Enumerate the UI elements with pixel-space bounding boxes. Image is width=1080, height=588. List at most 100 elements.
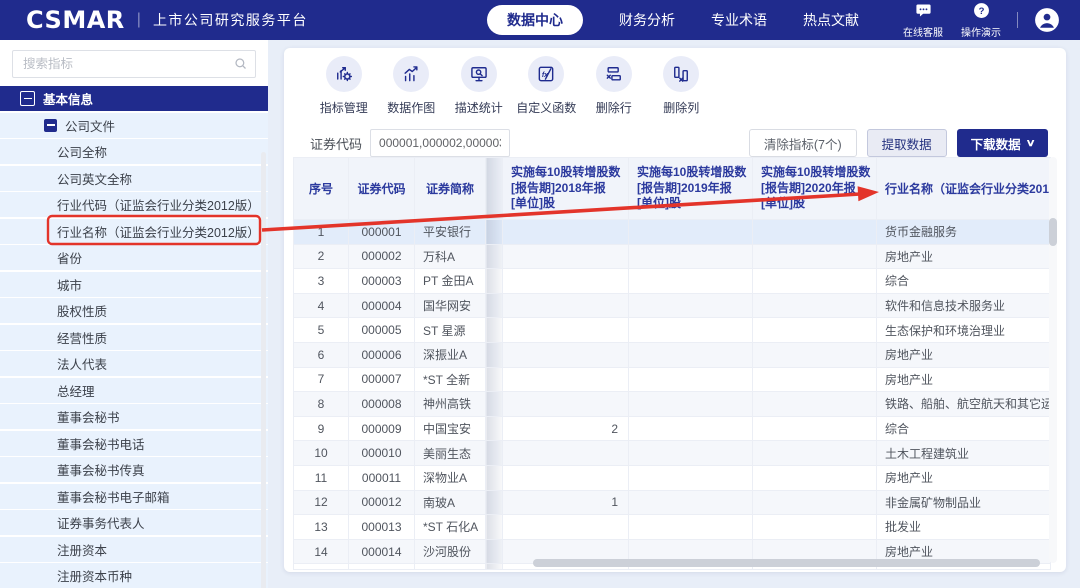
delete-row-icon	[596, 56, 632, 92]
table-row[interactable]: 1000001平安银行货币金融服务	[294, 220, 1051, 245]
sidebar-item-11[interactable]: 法人代表	[0, 351, 268, 376]
cell-security-code: 000009	[349, 416, 415, 441]
sidebar-item-7[interactable]: 省份	[0, 245, 268, 270]
topnav-item-1[interactable]: 数据中心	[487, 5, 583, 35]
fixed-column-divider	[486, 220, 503, 245]
sidebar-item-18[interactable]: 注册资本	[0, 537, 268, 562]
top-navigation: 数据中心 财务分析 专业术语 热点文献	[487, 5, 859, 35]
table-row[interactable]: 12000012南玻A1非金属矿物制品业	[294, 490, 1051, 515]
search-input[interactable]	[12, 50, 256, 78]
sidebar-item-label: 总经理	[57, 381, 95, 400]
table-header-row: 序号证券代码证券简称实施每10股转增股数[报告期]2018年报[单位]股实施每1…	[294, 158, 1051, 220]
topnav-item-3[interactable]: 专业术语	[711, 10, 767, 30]
column-header[interactable]: 证券简称	[415, 158, 486, 220]
sidebar-item-19[interactable]: 注册资本币种	[0, 563, 268, 588]
sidebar-item-10[interactable]: 经营性质	[0, 325, 268, 350]
tool-6[interactable]: 删除列	[648, 56, 716, 116]
cell-value-2019	[629, 367, 753, 392]
tool-label: 删除行	[596, 99, 632, 116]
column-header-value-3[interactable]: 实施每10股转增股数[报告期]2020年报[单位]股	[753, 158, 877, 220]
tool-4[interactable]: fx自定义函数	[513, 56, 581, 116]
cell-industry: 批发业	[877, 515, 1051, 540]
topnav-item-4[interactable]: 热点文献	[803, 10, 859, 30]
fixed-column-divider	[486, 416, 503, 441]
table-horizontal-scrollbar-thumb[interactable]	[533, 559, 1040, 567]
sidebar-item-2[interactable]: 公司文件	[0, 113, 268, 138]
cell-index: 4	[294, 293, 349, 318]
column-header-lines: 实施每10股转增股数[报告期]2020年报[单位]股	[761, 165, 875, 212]
utility-2[interactable]: ?操作演示	[961, 2, 1001, 39]
cell-value-2020	[753, 515, 877, 540]
user-avatar-icon[interactable]	[1034, 7, 1060, 33]
tool-3[interactable]: 描述统计	[445, 56, 513, 116]
sidebar-item-8[interactable]: 城市	[0, 272, 268, 297]
table-row[interactable]: 7000007*ST 全新房地产业	[294, 367, 1051, 392]
table-row[interactable]: 3000003PT 金田A综合	[294, 269, 1051, 294]
topbar-utilities: 在线客服 ?操作演示	[903, 2, 1001, 39]
tool-label: 删除列	[663, 99, 699, 116]
tool-2[interactable]: 数据作图	[378, 56, 446, 116]
cell-value-2020	[753, 269, 877, 294]
collapse-minus-icon[interactable]	[44, 119, 57, 132]
sidebar-item-17[interactable]: 证券事务代表人	[0, 510, 268, 535]
column-header-value-1[interactable]: 实施每10股转增股数[报告期]2018年报[单位]股	[503, 158, 629, 220]
sidebar-scrollbar[interactable]	[261, 152, 266, 588]
tool-5[interactable]: 删除行	[580, 56, 648, 116]
tool-1[interactable]: 指标管理	[310, 56, 378, 116]
sidebar-item-label: 董事会秘书电子邮箱	[57, 487, 170, 506]
table-row[interactable]: 2000002万科A房地产业	[294, 244, 1051, 269]
download-data-button[interactable]: 下载数据 ∨	[957, 129, 1048, 157]
sidebar-item-12[interactable]: 总经理	[0, 378, 268, 403]
cell-security-name: *ST 石化A	[415, 515, 486, 540]
cell-value-2018	[503, 244, 629, 269]
cell-security-name: 深振业A	[415, 342, 486, 367]
data-table: 序号证券代码证券简称实施每10股转增股数[报告期]2018年报[单位]股实施每1…	[293, 157, 1051, 570]
topnav-item-2[interactable]: 财务分析	[619, 10, 675, 30]
cell-industry: 软件和信息技术服务业	[877, 293, 1051, 318]
sidebar-item-5[interactable]: 行业代码（证监会行业分类2012版）	[0, 192, 268, 217]
cell-security-name: 平安银行	[415, 220, 486, 245]
table-row[interactable]: 4000004国华网安软件和信息技术服务业	[294, 293, 1051, 318]
sidebar-item-6[interactable]: 行业名称（证监会行业分类2012版）	[0, 219, 268, 244]
sidebar-item-15[interactable]: 董事会秘书传真	[0, 457, 268, 482]
column-header-value-2[interactable]: 实施每10股转增股数[报告期]2019年报[单位]股	[629, 158, 753, 220]
cell-index: 13	[294, 515, 349, 540]
collapse-minus-icon[interactable]	[20, 91, 35, 106]
sidebar-item-16[interactable]: 董事会秘书电子邮箱	[0, 484, 268, 509]
cell-security-name: *ST 全新	[415, 367, 486, 392]
column-header-industry[interactable]: 行业名称（证监会行业分类2012版）	[877, 158, 1051, 220]
cell-value-2019	[629, 441, 753, 466]
security-code-input[interactable]	[370, 129, 510, 157]
sidebar-item-3[interactable]: 公司全称	[0, 139, 268, 164]
cell-index: 10	[294, 441, 349, 466]
clear-indicators-button[interactable]: 清除指标(7个)	[749, 129, 857, 157]
extract-data-button[interactable]: 提取数据	[867, 129, 947, 157]
cell-value-2018	[503, 269, 629, 294]
custom-function-icon: fx	[528, 56, 564, 92]
sidebar-item-1[interactable]: 基本信息	[0, 86, 268, 111]
table-row[interactable]: 13000013*ST 石化A批发业	[294, 515, 1051, 540]
table-row[interactable]: 10000010美丽生态土木工程建筑业	[294, 441, 1051, 466]
chat-icon	[915, 2, 932, 22]
sidebar-item-9[interactable]: 股权性质	[0, 298, 268, 323]
utility-1[interactable]: 在线客服	[903, 2, 943, 39]
table-row[interactable]: 5000005ST 星源生态保护和环境治理业	[294, 318, 1051, 343]
sidebar-item-13[interactable]: 董事会秘书	[0, 404, 268, 429]
cell-empty	[486, 564, 503, 570]
cell-security-name: 美丽生态	[415, 441, 486, 466]
column-header[interactable]: 证券代码	[349, 158, 415, 220]
sidebar-item-14[interactable]: 董事会秘书电话	[0, 431, 268, 456]
sidebar-item-label: 经营性质	[57, 328, 107, 347]
cell-industry: 房地产业	[877, 342, 1051, 367]
utility-label: 操作演示	[961, 24, 1001, 39]
table-row[interactable]: 6000006深振业A房地产业	[294, 342, 1051, 367]
cell-security-code: 000006	[349, 342, 415, 367]
table-row[interactable]: 9000009中国宝安2综合	[294, 416, 1051, 441]
table-vertical-scrollbar-thumb[interactable]	[1049, 218, 1057, 246]
chevron-down-icon: ∨	[1025, 138, 1035, 149]
table-row[interactable]: 11000011深物业A房地产业	[294, 465, 1051, 490]
table-row[interactable]: 8000008神州高铁铁路、船舶、航空航天和其它运输设备...	[294, 392, 1051, 417]
sidebar-item-4[interactable]: 公司英文全称	[0, 166, 268, 191]
column-header[interactable]: 序号	[294, 158, 349, 220]
cell-value-2019	[629, 244, 753, 269]
